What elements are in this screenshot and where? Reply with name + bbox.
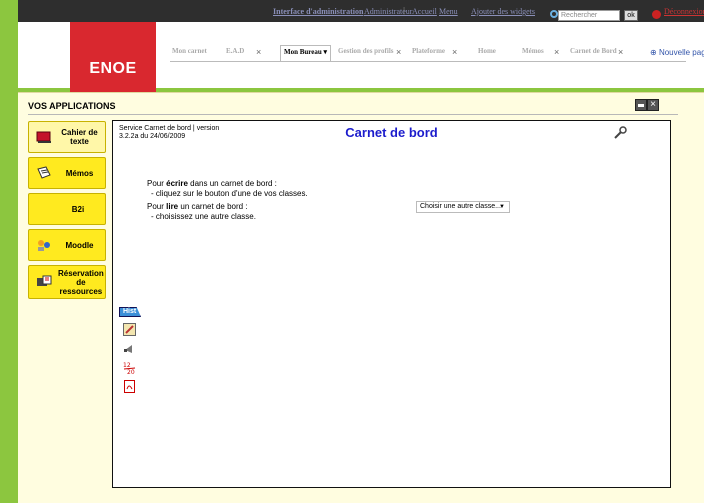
close-tab-icon[interactable]: ×	[396, 47, 401, 57]
tab-home[interactable]: Home	[478, 47, 496, 61]
new-page-label: Nouvelle page	[658, 48, 704, 57]
close-tab-icon[interactable]: ×	[618, 47, 623, 57]
write-pre: Pour	[147, 179, 167, 188]
page-title: Carnet de bord	[345, 125, 438, 140]
read-sub: - choisissez une autre classe.	[151, 212, 256, 221]
tab-mon-carnet[interactable]: Mon carnet	[172, 47, 207, 61]
tab-memos[interactable]: Mémos	[522, 47, 544, 61]
close-tab-icon[interactable]: ×	[452, 47, 457, 57]
tab-carnet-de-bord[interactable]: Carnet de Bord	[570, 47, 617, 61]
pdf-icon[interactable]	[123, 380, 136, 393]
search-input[interactable]: Rechercher	[558, 10, 620, 21]
svg-text:12: 12	[123, 362, 131, 369]
app-b2i-button[interactable]: B2i	[28, 193, 106, 225]
side-toolbar: Hist 12 20	[119, 307, 143, 393]
class-select[interactable]: Choisir une autre classe... ▼	[416, 201, 510, 213]
close-icon[interactable]: ×	[647, 99, 659, 111]
megaphone-icon[interactable]	[123, 342, 136, 355]
logo: ENOE	[70, 22, 156, 92]
svg-text:20: 20	[127, 369, 135, 374]
chevron-down-icon: ▼	[499, 204, 505, 210]
class-select-label: Choisir une autre classe...	[420, 203, 501, 210]
accueil-link[interactable]: Accueil	[412, 7, 437, 16]
window-controls: ×	[635, 99, 659, 112]
search-icon	[550, 10, 558, 18]
new-page-link[interactable]: ⊕ Nouvelle page	[650, 48, 704, 57]
carnet-de-bord-window: Service Carnet de bord | version 3.2.2a …	[112, 120, 671, 488]
logout-icon[interactable]	[652, 10, 661, 19]
app-memos-button[interactable]: Mémos	[28, 157, 106, 189]
write-bold: écrire	[166, 179, 188, 188]
read-post: un carnet de bord :	[178, 202, 248, 211]
notebook-icon	[35, 129, 53, 145]
read-bold: lire	[166, 202, 179, 211]
tab-bar: Mon carnet E.A.D × Mon Bureau ▾ Gestion …	[170, 45, 686, 61]
app-label: Mémos	[65, 168, 94, 178]
separator: |	[403, 6, 406, 15]
app-moodle-button[interactable]: Moodle	[28, 229, 106, 261]
edit-icon[interactable]	[123, 323, 136, 336]
menu-link[interactable]: Menu	[439, 7, 458, 16]
tab-ead[interactable]: E.A.D	[226, 47, 244, 61]
close-tab-icon[interactable]: ×	[554, 47, 559, 57]
logout-link[interactable]: Déconnexion	[664, 7, 704, 16]
tab-gestion-profils[interactable]: Gestion des profils	[338, 47, 394, 61]
tab-mon-bureau-label: Mon Bureau	[284, 48, 322, 56]
grade-icon[interactable]: 12 20	[123, 361, 136, 376]
app-label: B2i	[71, 204, 85, 214]
tab-mon-bureau[interactable]: Mon Bureau ▾	[280, 45, 332, 61]
read-pre: Pour	[147, 202, 167, 211]
write-sub: - cliquez sur le bouton d'une de vos cla…	[151, 189, 308, 198]
minimize-icon[interactable]	[635, 99, 647, 111]
read-instruction: Pour lire un carnet de bord :- choisisse…	[147, 202, 308, 222]
tab-plateforme[interactable]: Plateforme	[412, 47, 445, 61]
app-label: Moodle	[65, 240, 94, 250]
instructions: Pour écrire dans un carnet de bord :- cl…	[147, 179, 308, 225]
app-label: Réservation de ressources	[58, 268, 104, 296]
app-label: Cahier de texte	[61, 128, 98, 146]
panel-title: VOS APPLICATIONS	[28, 101, 116, 111]
divider	[28, 114, 678, 115]
write-post: dans un carnet de bord :	[187, 179, 277, 188]
memo-icon	[35, 165, 53, 181]
tab-divider	[170, 61, 686, 62]
wrench-icon[interactable]	[613, 126, 627, 140]
user-link[interactable]: Administrateur	[364, 7, 412, 16]
close-tab-icon[interactable]: ×	[256, 47, 261, 57]
hist-tab[interactable]: Hist	[119, 307, 141, 317]
admin-interface-link[interactable]: Interface d'administration	[273, 7, 363, 16]
add-widgets-link[interactable]: Ajouter des widgets	[471, 7, 535, 16]
moodle-icon	[35, 237, 53, 253]
reservation-icon	[35, 274, 53, 290]
top-bar: Interface d'administration Administrateu…	[18, 0, 704, 22]
search-ok-button[interactable]: ok	[624, 10, 638, 21]
app-cahier-de-texte-button[interactable]: Cahier de texte	[28, 121, 106, 153]
write-instruction: Pour écrire dans un carnet de bord :- cl…	[147, 179, 308, 199]
applications-panel: VOS APPLICATIONS × Cahier de texte Mémos…	[18, 92, 704, 503]
app-reservation-button[interactable]: Réservation de ressources	[28, 265, 106, 299]
